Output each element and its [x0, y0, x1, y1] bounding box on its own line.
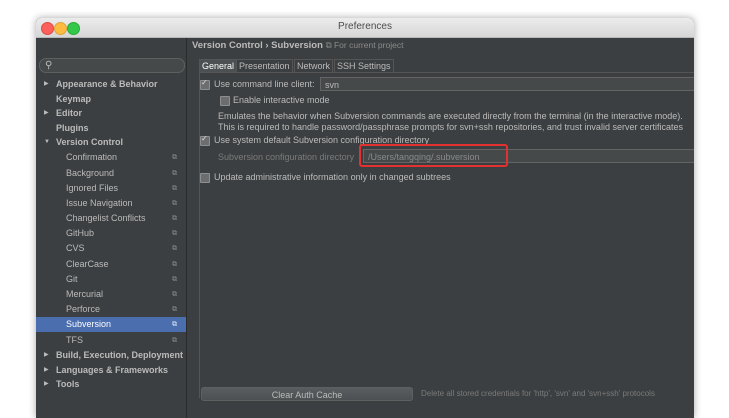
tab-ssh-settings[interactable]: SSH Settings	[334, 59, 394, 72]
sidebar-item-github[interactable]: GitHub ⧉	[36, 226, 186, 241]
use-command-line-client-checkbox[interactable]	[200, 78, 210, 90]
interactive-mode-description-line2: This is required to handle password/pass…	[218, 122, 683, 132]
sidebar-item-label: Git	[66, 274, 78, 284]
sidebar-item-label: Confirmation	[66, 152, 118, 162]
config-dir-label: Subversion configuration directory	[218, 152, 355, 162]
project-scope-icon: ⧉	[172, 261, 177, 268]
project-scope-icon: ⧉	[172, 215, 177, 222]
sidebar-item-label: Appearance & Behavior	[56, 79, 158, 89]
expand-arrow-icon[interactable]: ▶	[44, 377, 49, 392]
sidebar-item-subversion[interactable]: Subversion ⧉	[36, 317, 186, 332]
project-scope-icon: ⧉	[172, 230, 177, 237]
sidebar-item-label: Editor	[56, 108, 82, 118]
sidebar-item-label: Changelist Conflicts	[66, 213, 146, 223]
tab-network[interactable]: Network	[294, 59, 334, 72]
sidebar-item-keymap[interactable]: Keymap	[36, 92, 186, 107]
sidebar-item-build-execution-deployment[interactable]: ▶ Build, Execution, Deployment	[36, 348, 186, 363]
sidebar-item-version-control[interactable]: ▼ Version Control	[36, 135, 186, 150]
sidebar-item-label: Perforce	[66, 304, 101, 314]
command-line-client-input[interactable]: svn	[320, 77, 694, 91]
clear-auth-cache-description: Delete all stored credentials for 'http'…	[421, 389, 655, 398]
general-panel: Use command line client: svn Enable inte…	[199, 72, 694, 401]
sidebar-item-label: Ignored Files	[66, 183, 119, 193]
interactive-mode-description-line1: Emulates the behavior when Subversion co…	[218, 111, 683, 121]
expand-arrow-icon[interactable]: ▶	[44, 348, 49, 363]
sidebar-item-plugins[interactable]: Plugins	[36, 121, 186, 136]
expand-arrow-icon[interactable]: ▶	[44, 363, 49, 378]
sidebar-item-clearcase[interactable]: ClearCase ⧉	[36, 257, 186, 272]
breadcrumb: Version Control › Subversion ⧉ For curre…	[192, 40, 403, 51]
sidebar-item-cvs[interactable]: CVS ⧉	[36, 241, 186, 256]
project-scope-icon: ⧉	[172, 291, 177, 298]
update-admin-info-checkbox[interactable]	[200, 173, 210, 183]
expand-arrow-icon[interactable]: ▶	[44, 106, 49, 121]
sidebar-item-ignored-files[interactable]: Ignored Files ⧉	[36, 181, 186, 196]
window-title: Preferences	[338, 21, 392, 32]
title-bar: Preferences	[36, 18, 694, 38]
project-scope-icon: ⧉	[172, 276, 177, 283]
project-scope-icon: ⧉	[172, 154, 177, 161]
sidebar-item-tfs[interactable]: TFS ⧉	[36, 333, 186, 348]
sidebar-item-changelist-conflicts[interactable]: Changelist Conflicts ⧉	[36, 211, 186, 226]
enable-interactive-mode-checkbox[interactable]	[220, 96, 230, 106]
sidebar-item-label: Build, Execution, Deployment	[56, 350, 184, 360]
use-command-line-client-label: Use command line client:	[214, 79, 315, 89]
sidebar-item-confirmation[interactable]: Confirmation ⧉	[36, 150, 186, 165]
use-system-default-config-dir-checkbox[interactable]	[200, 134, 210, 146]
sidebar-item-label: ClearCase	[66, 259, 109, 269]
sidebar-item-git[interactable]: Git ⧉	[36, 272, 186, 287]
sidebar-item-editor[interactable]: ▶ Editor	[36, 106, 186, 121]
sidebar-item-label: Background	[66, 168, 115, 178]
project-scope-icon: ⧉	[172, 170, 177, 177]
search-icon: ⚲	[45, 60, 53, 71]
breadcrumb-path: Version Control › Subversion	[192, 40, 323, 51]
sidebar-item-label: Tools	[56, 379, 80, 389]
sidebar-item-background[interactable]: Background ⧉	[36, 166, 186, 181]
clear-auth-cache-button[interactable]: Clear Auth Cache	[201, 387, 413, 401]
enable-interactive-mode-label: Enable interactive mode	[233, 95, 330, 105]
project-scope-icon: ⧉	[172, 306, 177, 313]
settings-sidebar: ⚲ ▶ Appearance & Behavior Keymap ▶ Edito…	[36, 38, 187, 418]
sidebar-item-label: Plugins	[56, 123, 89, 133]
tab-presentation[interactable]: Presentation	[236, 59, 293, 72]
red-highlight-box	[359, 144, 508, 167]
tab-general[interactable]: General	[199, 59, 238, 72]
sidebar-item-label: CVS	[66, 243, 85, 253]
preferences-window: Preferences ⚲ ▶ Appearance & Behavior Ke…	[36, 18, 694, 418]
project-scope-icon: ⧉	[172, 200, 177, 207]
sidebar-item-perforce[interactable]: Perforce ⧉	[36, 302, 186, 317]
sidebar-item-label: Mercurial	[66, 289, 104, 299]
sidebar-item-tools[interactable]: ▶ Tools	[36, 377, 186, 392]
sidebar-item-label: GitHub	[66, 228, 95, 238]
settings-content: Version Control › Subversion ⧉ For curre…	[187, 38, 694, 418]
collapse-arrow-icon[interactable]: ▼	[44, 135, 50, 150]
sidebar-item-mercurial[interactable]: Mercurial ⧉	[36, 287, 186, 302]
sidebar-item-label: TFS	[66, 335, 83, 345]
sidebar-item-label: Languages & Frameworks	[56, 365, 169, 375]
project-scope-icon: ⧉	[172, 185, 177, 192]
sidebar-item-label: Subversion	[66, 319, 112, 329]
sidebar-item-label: Keymap	[56, 94, 92, 104]
expand-arrow-icon[interactable]: ▶	[44, 77, 49, 92]
search-input[interactable]: ⚲	[39, 58, 185, 73]
project-scope-icon: ⧉	[172, 337, 177, 344]
sidebar-item-languages-frameworks[interactable]: ▶ Languages & Frameworks	[36, 363, 186, 378]
project-scope-icon: ⧉	[172, 321, 177, 328]
project-scope-note: ⧉ For current project	[325, 40, 404, 50]
sidebar-item-issue-navigation[interactable]: Issue Navigation ⧉	[36, 196, 186, 211]
sidebar-item-label: Version Control	[56, 137, 124, 147]
sidebar-item-label: Issue Navigation	[66, 198, 133, 208]
sidebar-item-appearance-behavior[interactable]: ▶ Appearance & Behavior	[36, 77, 186, 92]
project-scope-icon: ⧉	[172, 245, 177, 252]
update-admin-info-label: Update administrative information only i…	[214, 172, 451, 182]
